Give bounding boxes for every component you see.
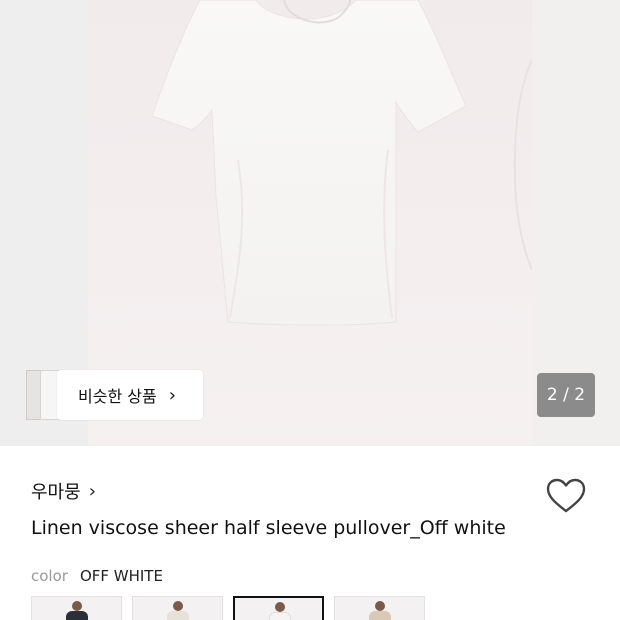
similar-products-button[interactable]: 비슷한 상품 › [57,370,203,420]
model-garment [66,611,88,620]
similar-products-control[interactable]: 비슷한 상품 › [26,370,203,420]
similar-products-label: 비슷한 상품 [78,387,157,406]
product-title: Linen viscose sheer half sleeve pullover… [31,517,506,539]
model-head [72,601,82,611]
color-swatch-beige[interactable] [334,596,425,620]
color-swatches [31,596,435,620]
heart-outline-icon[interactable] [546,478,586,514]
color-swatch-black[interactable] [31,596,122,620]
color-swatch-off-white[interactable] [233,596,324,620]
color-label: color [31,567,68,585]
model-head [275,602,285,612]
chevron-right-icon: › [168,384,176,406]
chevron-right-icon: › [88,480,96,502]
image-pager: 2 / 2 [537,373,595,417]
model-head [173,601,183,611]
brand-link[interactable]: 우마뭉 › [31,478,96,504]
model-garment [269,612,291,620]
selected-color: color OFF WHITE [31,567,163,585]
model-garment [167,611,189,620]
model-garment [369,611,391,620]
color-swatch-light-beige[interactable] [132,596,223,620]
color-value: OFF WHITE [79,567,163,585]
model-head [375,601,385,611]
brand-name: 우마뭉 [31,482,81,503]
product-image-gallery[interactable]: 비슷한 상품 › 2 / 2 [0,0,620,446]
